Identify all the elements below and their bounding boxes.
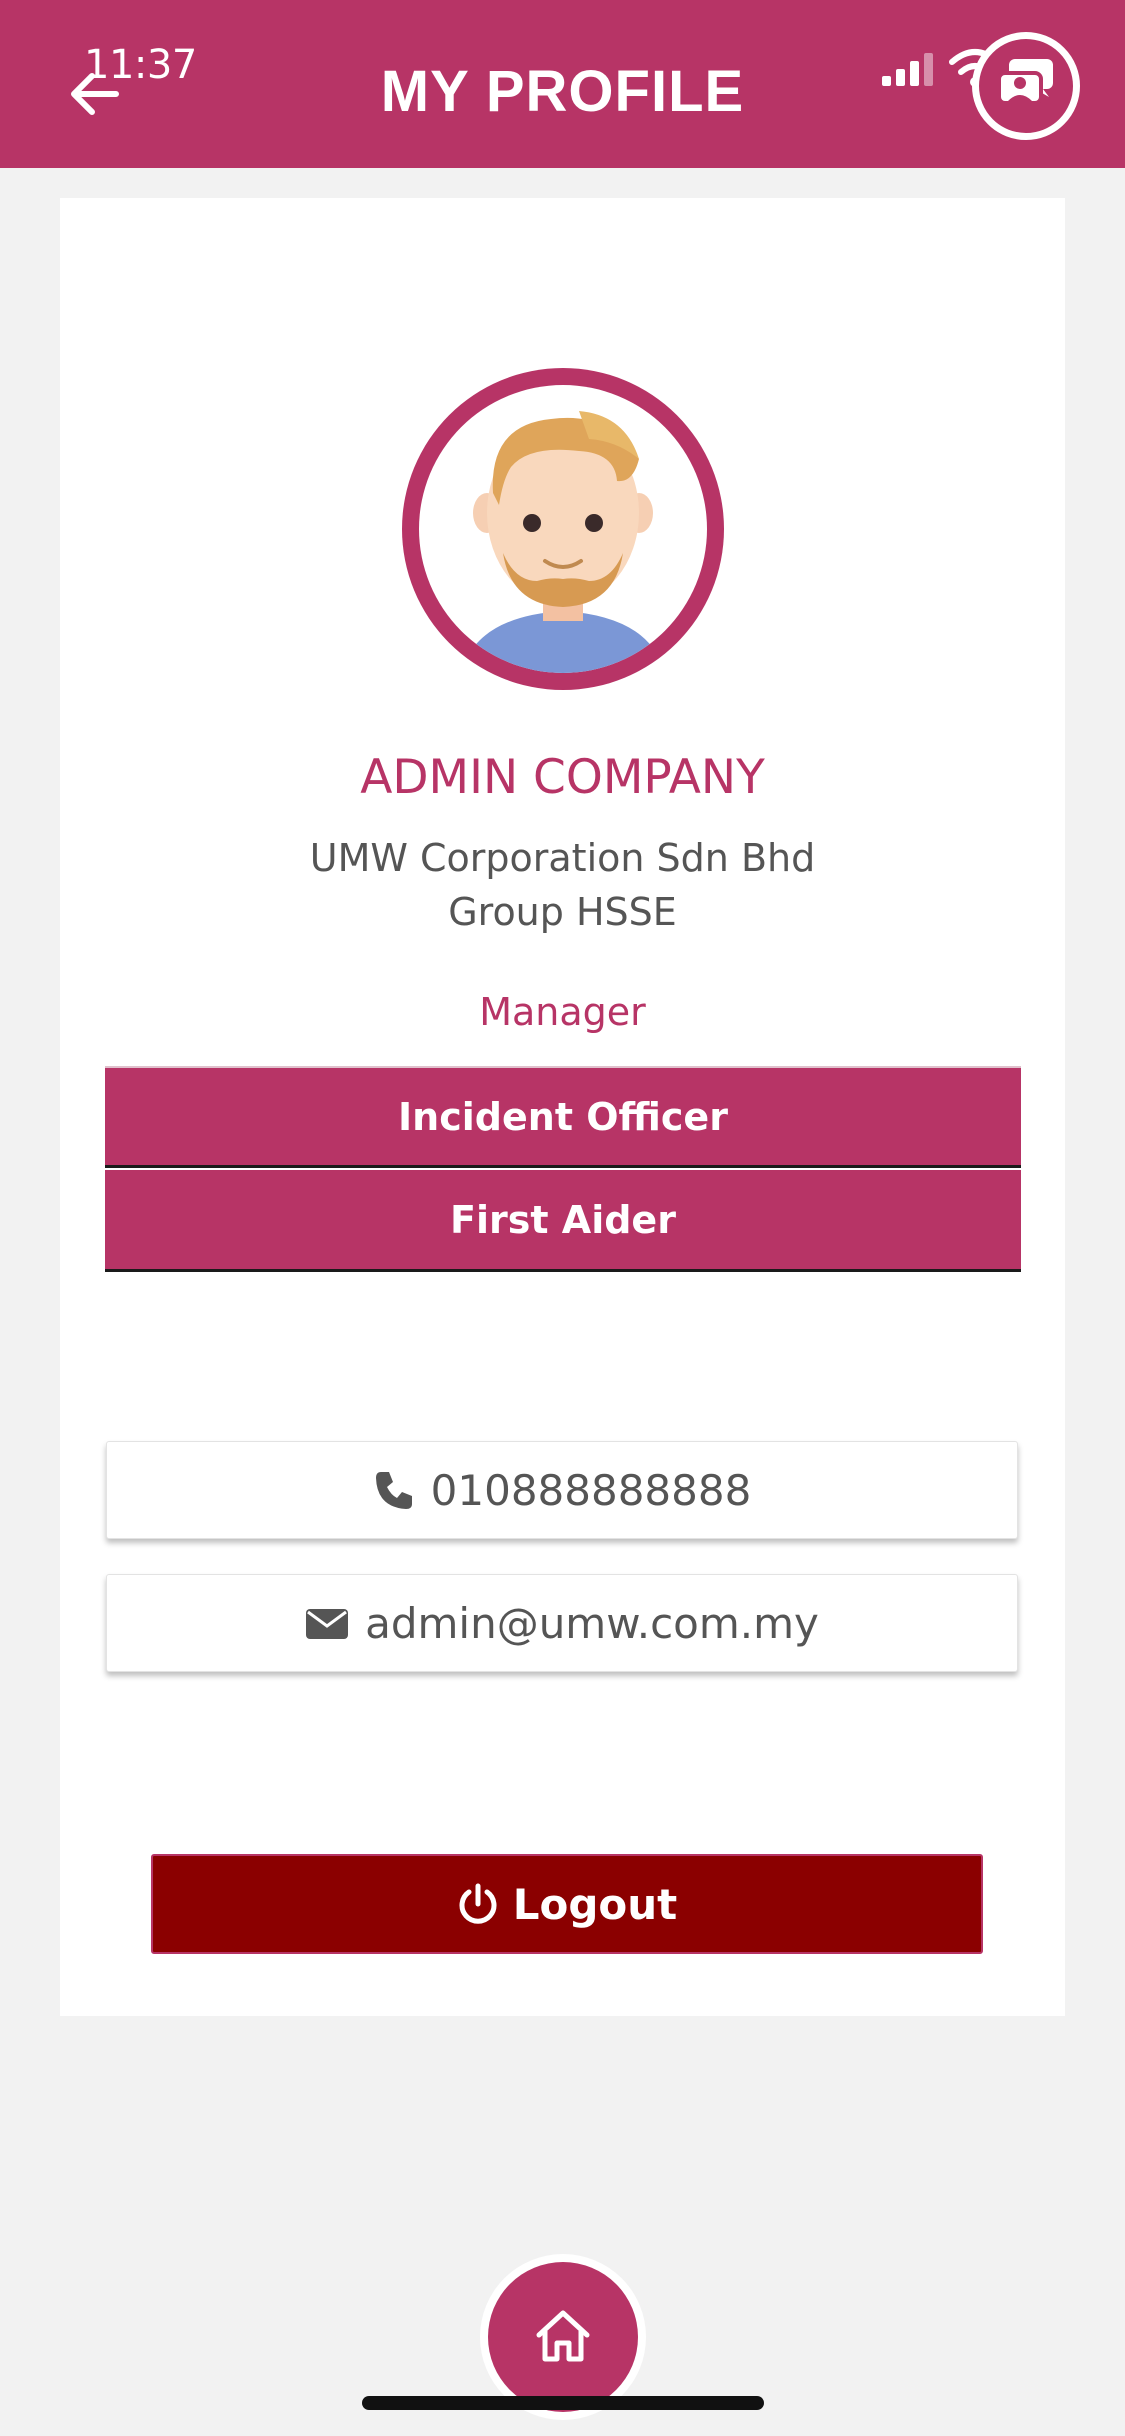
chat-bubbles-icon <box>997 59 1053 105</box>
envelope-icon <box>306 1609 349 1639</box>
app-header: 11:37 MY PROFILE <box>0 0 1125 168</box>
home-icon <box>536 2310 590 2362</box>
phone-icon <box>375 1472 412 1509</box>
role-badge-incident-officer: Incident Officer <box>105 1066 1021 1168</box>
logout-label: Logout <box>512 1879 678 1929</box>
phone-contact[interactable]: 010888888888 <box>106 1441 1018 1539</box>
logout-button[interactable]: Logout <box>151 1854 983 1954</box>
profile-card: ADMIN COMPANY UMW Corporation Sdn Bhd Gr… <box>60 198 1065 2016</box>
user-avatar-illustration <box>461 411 665 673</box>
home-indicator <box>362 2396 764 2410</box>
position-title: Manager <box>479 990 646 1034</box>
chat-button[interactable] <box>972 32 1080 140</box>
home-button[interactable] <box>488 2262 638 2412</box>
company-name: UMW Corporation Sdn Bhd <box>309 836 816 880</box>
power-icon <box>459 1883 497 1924</box>
role-badge-first-aider: First Aider <box>105 1170 1021 1272</box>
email-contact[interactable]: admin@umw.com.my <box>106 1574 1018 1672</box>
email-address: admin@umw.com.my <box>365 1598 819 1648</box>
phone-number: 010888888888 <box>430 1465 752 1515</box>
avatar <box>402 368 724 690</box>
signal-icon <box>882 53 933 86</box>
department-name: Group HSSE <box>448 890 677 934</box>
user-name: ADMIN COMPANY <box>360 750 765 805</box>
